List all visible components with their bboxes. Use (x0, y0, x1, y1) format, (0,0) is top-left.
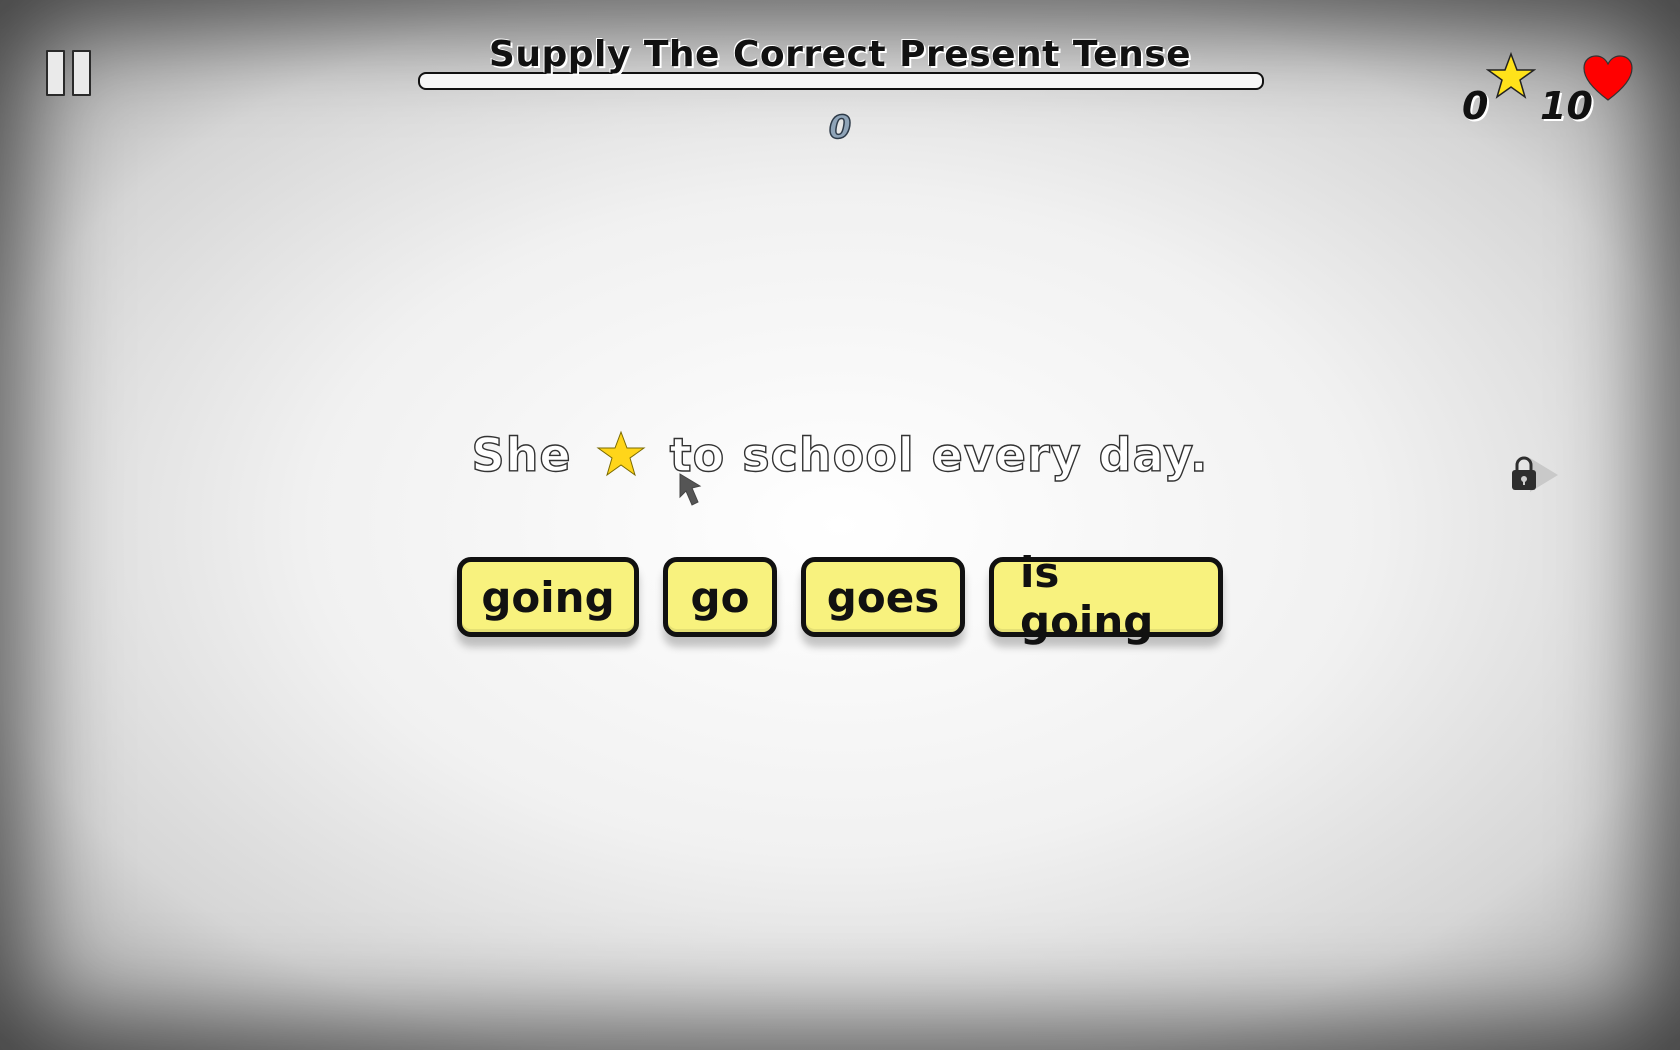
page-title: Supply The Correct Present Tense (488, 34, 1192, 75)
answer-button-go[interactable]: go (663, 557, 777, 637)
answer-options: going go goes is going (0, 548, 1680, 646)
stars-count: 0 (1462, 84, 1489, 128)
vignette-overlay (0, 0, 1680, 1050)
answer-button-is-going[interactable]: is going (989, 548, 1223, 646)
blank-star-icon (596, 430, 646, 477)
question-counter: 0 (828, 107, 852, 147)
sentence-before-blank: She (471, 427, 572, 482)
cursor-pointer-icon (679, 473, 702, 506)
locked-next-icon[interactable] (1510, 454, 1562, 496)
answer-button-goes[interactable]: goes (801, 557, 965, 637)
sentence-after-blank: to school every day. (669, 427, 1209, 482)
answer-button-going[interactable]: going (457, 557, 639, 637)
question-sentence: She to school every day. (0, 427, 1680, 482)
